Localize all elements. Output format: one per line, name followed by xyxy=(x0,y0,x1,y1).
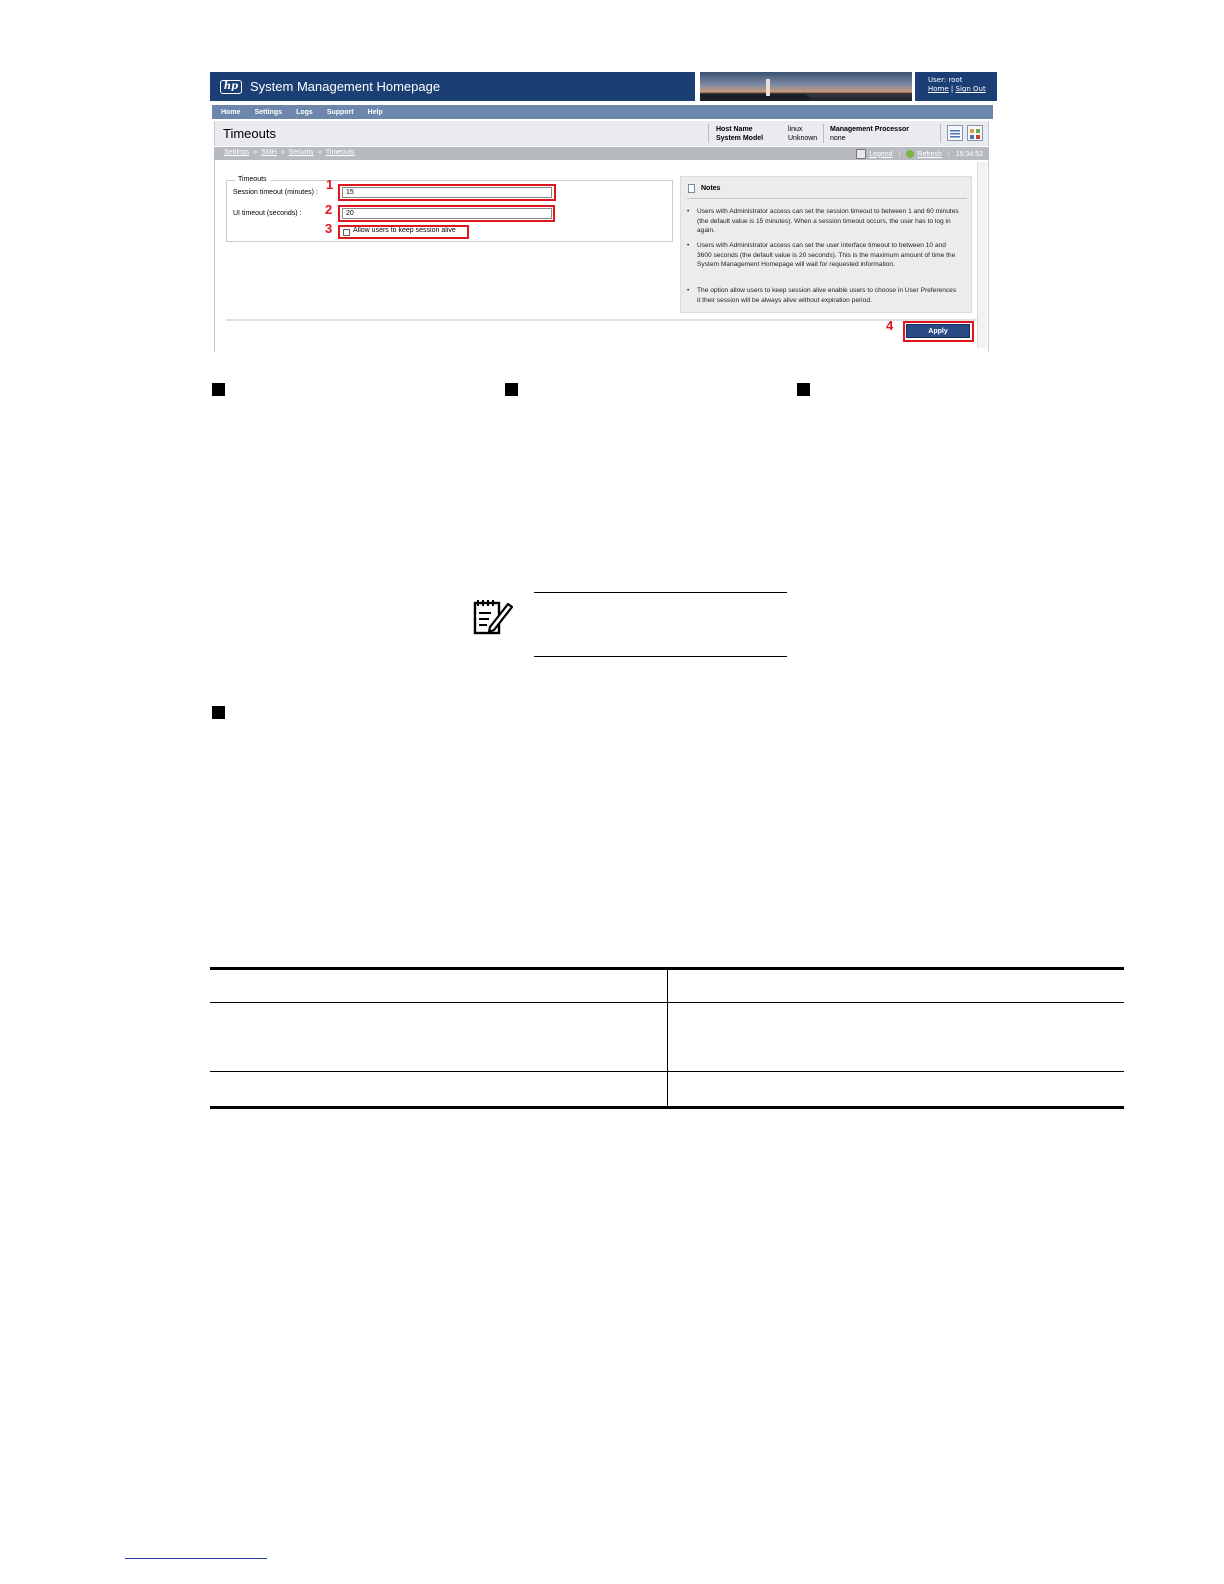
breadcrumb: Settings» SMH» Security» Timeouts xyxy=(224,149,354,156)
crumb-settings[interactable]: Settings xyxy=(224,149,249,156)
crumb-smh[interactable]: SMH xyxy=(261,149,277,156)
app-banner: hp System Management Homepage xyxy=(210,72,695,101)
callout-number-2: 2 xyxy=(325,202,333,217)
content-area: Timeouts Session timeout (minutes) : UI … xyxy=(214,160,989,352)
clock-time: 15:34:52 xyxy=(955,150,983,158)
table-header-cell xyxy=(210,970,667,1002)
group-title: Timeouts xyxy=(235,176,270,183)
callout-number-1: 1 xyxy=(326,177,334,192)
page-title: Timeouts xyxy=(223,126,276,141)
legend-link[interactable]: Legend xyxy=(869,151,892,158)
host-labels: Host Name System Model xyxy=(716,125,763,143)
main-nav: Home Settings Logs Support Help xyxy=(212,105,993,119)
banner-land xyxy=(700,94,810,101)
divider xyxy=(708,124,709,143)
notes-panel: Notes Users with Administrator access ca… xyxy=(680,176,972,313)
table-row xyxy=(210,1072,667,1106)
divider xyxy=(940,124,941,143)
legend-icon xyxy=(856,149,867,159)
table-header-cell xyxy=(668,970,1124,1002)
system-model-value: Unknown xyxy=(788,135,818,142)
note-top-rule xyxy=(534,592,787,593)
mp-value: none xyxy=(830,135,846,142)
system-model-label: System Model xyxy=(716,135,764,142)
note-item: Users with Administrator access can set … xyxy=(687,241,959,270)
session-timeout-label: Session timeout (minutes) : xyxy=(233,189,318,196)
refresh-link[interactable]: Refresh xyxy=(917,151,942,158)
host-values: linux Unknown xyxy=(788,125,817,143)
banner-image xyxy=(700,72,912,101)
crumb-security[interactable]: Security xyxy=(289,149,314,156)
nav-help[interactable]: Help xyxy=(368,109,383,116)
app-title: System Management Homepage xyxy=(250,79,441,94)
table-bottom-border xyxy=(210,1106,1124,1109)
mp-info: Management Processor none xyxy=(830,125,909,143)
step-marker-3 xyxy=(797,383,810,396)
hp-logo-text: hp xyxy=(223,81,239,92)
list-view-icon[interactable] xyxy=(947,125,963,141)
lighthouse-icon xyxy=(766,79,770,96)
host-name-label: Host Name xyxy=(716,126,753,133)
notes-divider xyxy=(687,198,967,199)
notes-title: Notes xyxy=(701,185,721,192)
toolbar-divider: | xyxy=(947,150,950,158)
crumb-separator: » xyxy=(253,149,258,156)
callout-box-2 xyxy=(338,205,555,222)
crumb-timeouts[interactable]: Timeouts xyxy=(326,149,355,156)
ui-timeout-label: UI timeout (seconds) : xyxy=(233,210,302,217)
nav-support[interactable]: Support xyxy=(327,109,354,116)
callout-box-1 xyxy=(338,184,556,201)
toolbar-right: Legend | Refresh | 15:34:52 xyxy=(856,149,983,159)
mp-label: Management Processor xyxy=(830,126,909,133)
document-icon xyxy=(688,184,695,193)
user-label: User: root xyxy=(928,76,963,84)
host-name-value: linux xyxy=(788,126,803,133)
home-link[interactable]: Home xyxy=(928,85,949,93)
step-marker-4 xyxy=(212,706,225,719)
smh-screenshot: hp System Management Homepage User: root… xyxy=(210,72,997,352)
scrollbar[interactable] xyxy=(977,162,987,348)
grid-view-icon[interactable] xyxy=(967,125,983,141)
note-pencil-icon xyxy=(473,600,513,635)
timeouts-group: Timeouts Session timeout (minutes) : UI … xyxy=(226,176,673,242)
toolbar-divider: | xyxy=(898,150,901,158)
form-divider xyxy=(226,319,980,321)
callout-box-3 xyxy=(338,225,469,239)
note-item: Users with Administrator access can set … xyxy=(687,207,959,236)
breadcrumb-bar: Settings» SMH» Security» Timeouts Legend | … xyxy=(214,147,989,160)
callout-number-4: 4 xyxy=(886,318,894,333)
table-row xyxy=(210,1003,667,1071)
sign-out-link[interactable]: Sign Out xyxy=(956,85,986,93)
refresh-icon xyxy=(906,150,915,158)
options-table xyxy=(210,967,1124,1109)
divider xyxy=(823,124,824,143)
hp-logo: hp xyxy=(220,79,242,94)
link-separator: | xyxy=(950,85,954,93)
crumb-separator: » xyxy=(280,149,285,156)
note-item: The option allow users to keep session a… xyxy=(687,286,959,305)
footer-link-underline xyxy=(125,1558,267,1559)
nav-settings[interactable]: Settings xyxy=(254,109,282,116)
crumb-separator: » xyxy=(317,149,322,156)
nav-home[interactable]: Home xyxy=(221,109,240,116)
callout-number-3: 3 xyxy=(325,221,333,236)
callout-box-4 xyxy=(903,321,974,342)
step-marker-2 xyxy=(505,383,518,396)
note-bottom-rule xyxy=(534,656,787,657)
user-panel: User: root Home | Sign Out xyxy=(915,72,997,101)
title-row: Timeouts Host Name System Model linux Un… xyxy=(214,121,989,146)
step-marker-1 xyxy=(212,383,225,396)
nav-logs[interactable]: Logs xyxy=(296,109,313,116)
